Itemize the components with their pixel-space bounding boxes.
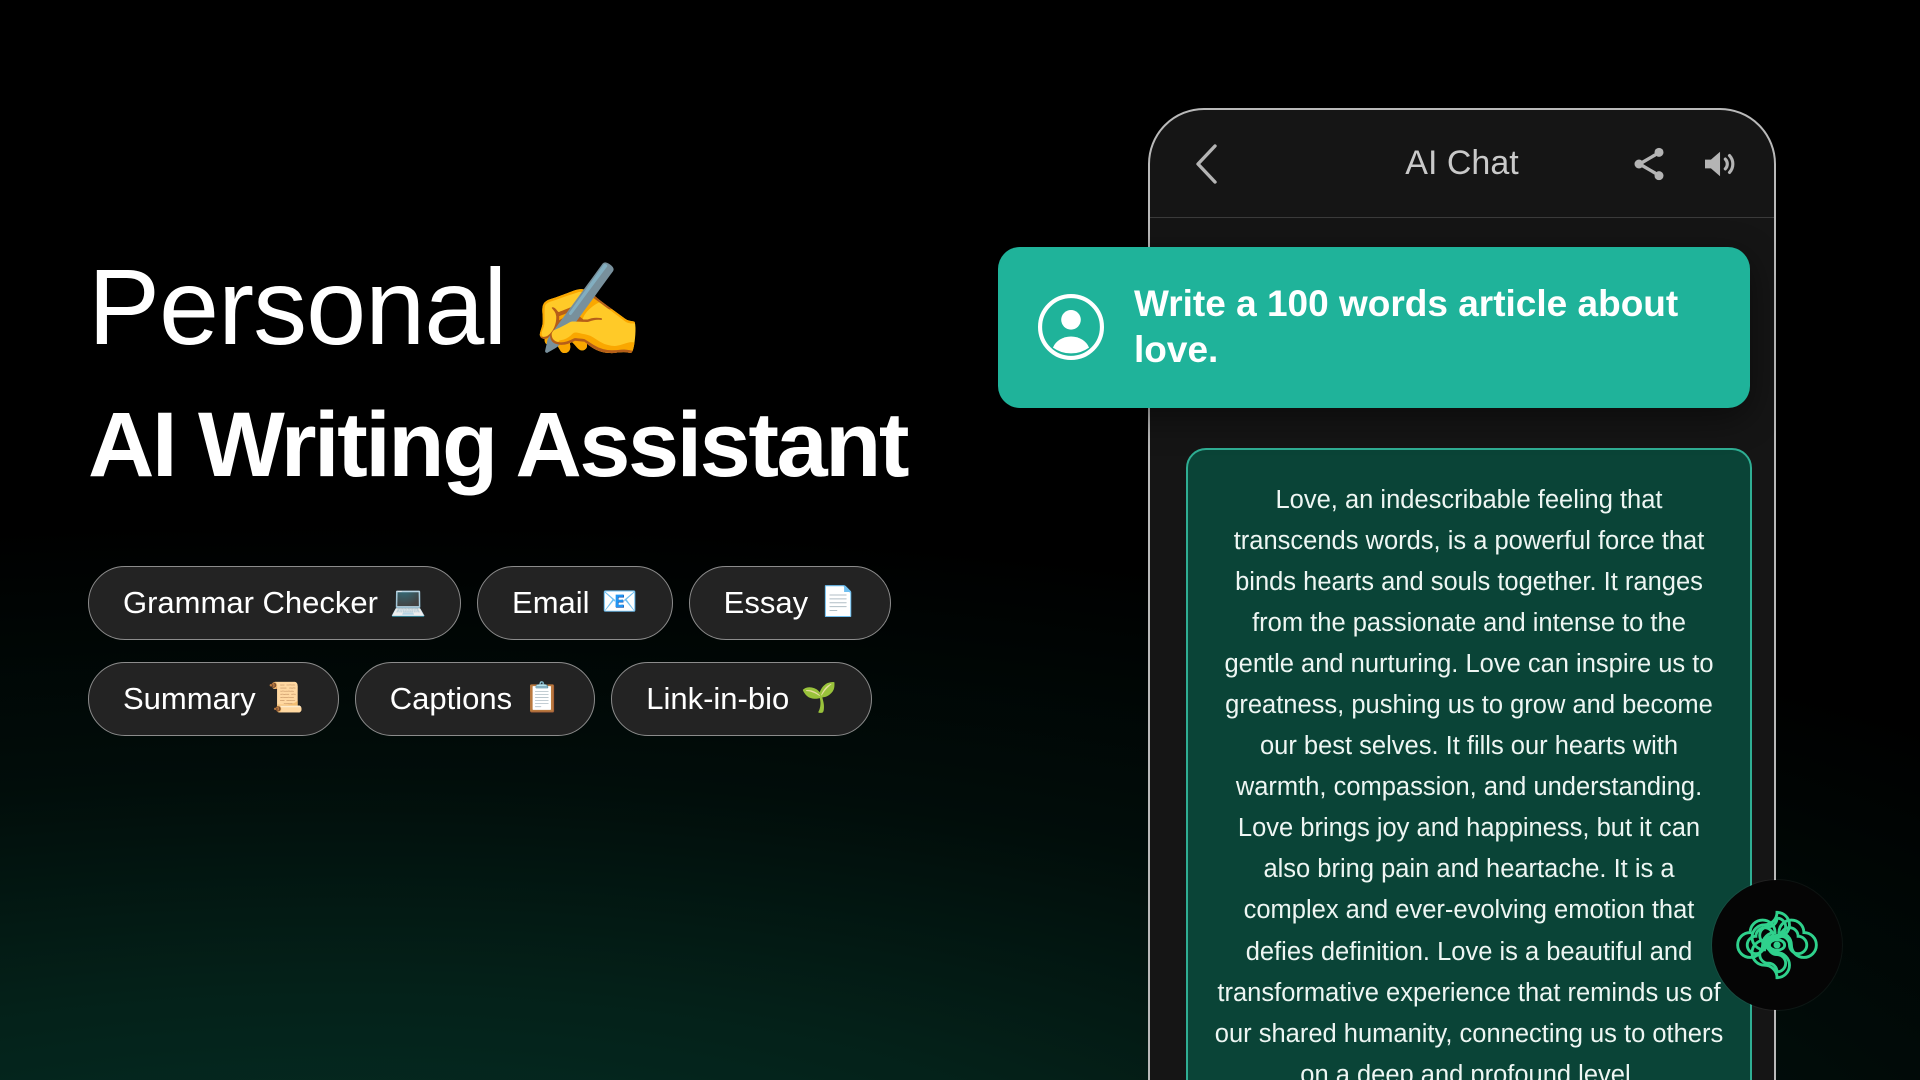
user-message-bubble: Write a 100 words article about love. xyxy=(998,247,1750,408)
feature-pill-row-1: Grammar Checker 💻 Email 📧 Essay 📄 xyxy=(88,565,968,640)
hero-section: Personal ✍️ AI Writing Assistant Grammar… xyxy=(88,250,968,758)
pill-label: Link-in-bio xyxy=(646,680,790,716)
pill-captions[interactable]: Captions 📋 xyxy=(354,661,596,736)
ai-response-card: Love, an indescribable feeling that tran… xyxy=(1186,448,1752,1080)
user-message-text: Write a 100 words article about love. xyxy=(1134,283,1679,371)
laptop-emoji: 💻 xyxy=(389,586,427,619)
pill-summary[interactable]: Summary 📜 xyxy=(88,661,339,736)
hero-headline-secondary: AI Writing Assistant xyxy=(88,394,909,497)
back-button[interactable] xyxy=(1184,142,1228,186)
page-facing-up-emoji: 📄 xyxy=(820,586,857,619)
pill-email[interactable]: Email 📧 xyxy=(477,565,673,640)
pill-essay[interactable]: Essay 📄 xyxy=(688,565,892,640)
scroll-emoji: 📜 xyxy=(267,682,304,715)
seedling-emoji: 🌱 xyxy=(801,682,838,715)
share-icon xyxy=(1634,147,1664,180)
pill-grammar-checker[interactable]: Grammar Checker 💻 xyxy=(88,565,462,640)
phone-mockup: AI Chat Write a 100 words article about … xyxy=(998,108,1776,1080)
volume-up-icon xyxy=(1705,151,1735,176)
knotwork-flower-logo-icon xyxy=(1736,910,1818,980)
pill-label: Grammar Checker xyxy=(123,584,378,620)
pill-label: Essay xyxy=(723,584,809,620)
feature-pill-group: Grammar Checker 💻 Email 📧 Essay 📄 Summar… xyxy=(88,565,968,736)
writing-hand-emoji: ✍️ xyxy=(530,259,645,362)
email-emoji: 📧 xyxy=(601,586,638,619)
volume-button[interactable] xyxy=(1698,143,1740,185)
pill-label: Summary xyxy=(123,680,256,716)
pill-label: Captions xyxy=(389,680,513,716)
ai-response-text: Love, an indescribable feeling that tran… xyxy=(1214,486,1724,1080)
hero-headline-primary-text: Personal xyxy=(88,246,507,367)
share-button[interactable] xyxy=(1628,143,1670,185)
brand-logo-badge xyxy=(1712,880,1842,1010)
pill-label: Email xyxy=(512,584,590,620)
phone-header-actions xyxy=(1628,143,1740,185)
pill-link-in-bio[interactable]: Link-in-bio 🌱 xyxy=(611,661,873,736)
phone-app-header: AI Chat xyxy=(1150,110,1774,218)
page-root: Personal ✍️ AI Writing Assistant Grammar… xyxy=(0,0,1920,1080)
hero-headline-primary: Personal ✍️ xyxy=(88,246,968,367)
user-avatar-icon xyxy=(1038,294,1104,361)
feature-pill-row-2: Summary 📜 Captions 📋 Link-in-bio 🌱 xyxy=(88,661,968,736)
clipboard-emoji: 📋 xyxy=(524,682,561,715)
chevron-left-icon xyxy=(1196,143,1217,184)
